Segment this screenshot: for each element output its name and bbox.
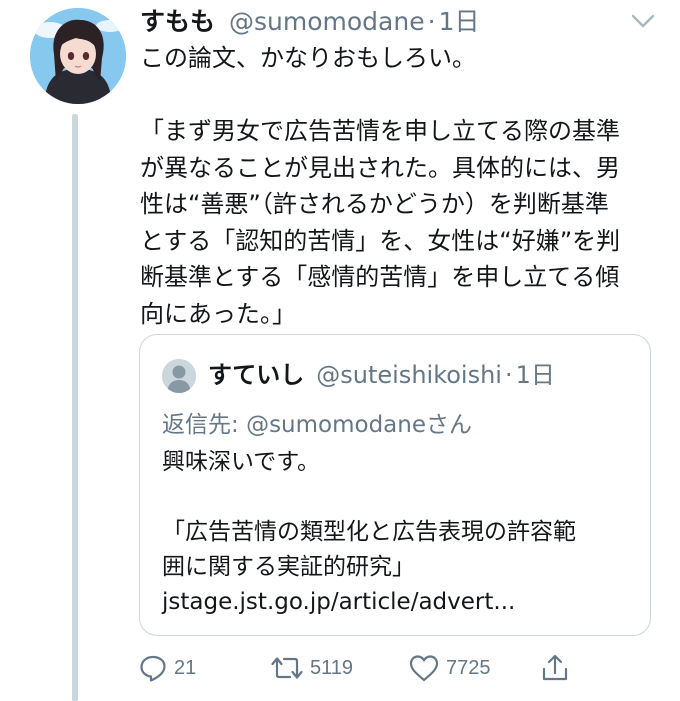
- quoted-line: 「広告苦情の類型化と広告表現の許容範: [162, 519, 576, 545]
- tweet-line: 「まず男女で広告苦情を申し立てる際の基準: [140, 117, 620, 145]
- like-button[interactable]: 7725: [408, 650, 491, 686]
- reply-icon: [140, 655, 166, 682]
- tweet-line: 断基準とする「感情的苦情」を申し立てる傾: [140, 263, 620, 291]
- quoted-author-avatar[interactable]: [162, 359, 196, 393]
- author-handle[interactable]: @sumomodane: [229, 7, 425, 36]
- reply-context: 返信先: @sumomodaneさん: [162, 405, 472, 439]
- reply-button[interactable]: 21: [138, 650, 196, 686]
- default-avatar-icon: [162, 359, 196, 393]
- tweet-line: この論文、かなりおもしろい。: [140, 44, 476, 72]
- thread-line: [72, 114, 78, 701]
- quoted-header: すていし @suteishikoishi · 1日: [208, 355, 555, 389]
- tweet-line: が異なることが見出された。具体的には、男: [140, 153, 620, 182]
- quoted-link[interactable]: jstage.jst.go.jp/article/advert...: [162, 585, 642, 620]
- author-name[interactable]: すもも: [140, 2, 215, 38]
- share-button[interactable]: [540, 650, 570, 686]
- tweet-menu-button[interactable]: [630, 12, 656, 30]
- tweet-timestamp[interactable]: 1日: [439, 2, 480, 38]
- reply-prefix: 返信先:: [162, 412, 247, 438]
- quoted-line: 囲に関する実証的研究」: [162, 554, 415, 580]
- quoted-timestamp[interactable]: 1日: [516, 355, 555, 390]
- tweet-line: とする「認知的苦情」を、女性は“好嫌”を判: [140, 226, 621, 255]
- chevron-down-icon: [631, 14, 655, 28]
- reply-suffix: さん: [426, 412, 472, 438]
- header-separator: ·: [427, 7, 436, 36]
- share-icon: [542, 654, 568, 681]
- quoted-author-handle[interactable]: @suteishikoishi: [316, 361, 502, 389]
- author-avatar[interactable]: [30, 8, 126, 104]
- tweet-line: [140, 77, 660, 114]
- quoted-author-name[interactable]: すていし: [208, 355, 304, 390]
- reply-mention[interactable]: @sumomodane: [246, 412, 426, 438]
- tweet-line: 向にあった。」: [140, 299, 296, 328]
- quoted-body: 興味深いです。 「広告苦情の類型化と広告表現の許容範 囲に関する実証的研究」 j…: [162, 445, 642, 620]
- retweet-button[interactable]: 5119: [270, 650, 353, 686]
- avatar-illustration: [30, 8, 126, 104]
- tweet-header: すもも @sumomodane · 1日: [140, 2, 479, 38]
- retweet-icon: [271, 657, 303, 679]
- reply-count: 21: [174, 656, 197, 679]
- quoted-line: 興味深いです。: [162, 449, 321, 475]
- quoted-tweet[interactable]: すていし @suteishikoishi · 1日 返信先: @sumomoda…: [139, 334, 651, 636]
- retweet-count: 5119: [310, 656, 354, 679]
- quoted-line: [162, 480, 642, 515]
- heart-icon: [409, 655, 439, 682]
- like-count: 7725: [446, 656, 491, 679]
- tweet-body: この論文、かなりおもしろい。 「まず男女で広告苦情を申し立てる際の基準 が異なる…: [140, 40, 660, 332]
- tweet-line: 性は“善悪”（許されるかどうか）を判断基準: [140, 190, 609, 218]
- tweet-actions: 21 5119 7725: [138, 650, 578, 686]
- quoted-header-separator: ·: [504, 361, 513, 389]
